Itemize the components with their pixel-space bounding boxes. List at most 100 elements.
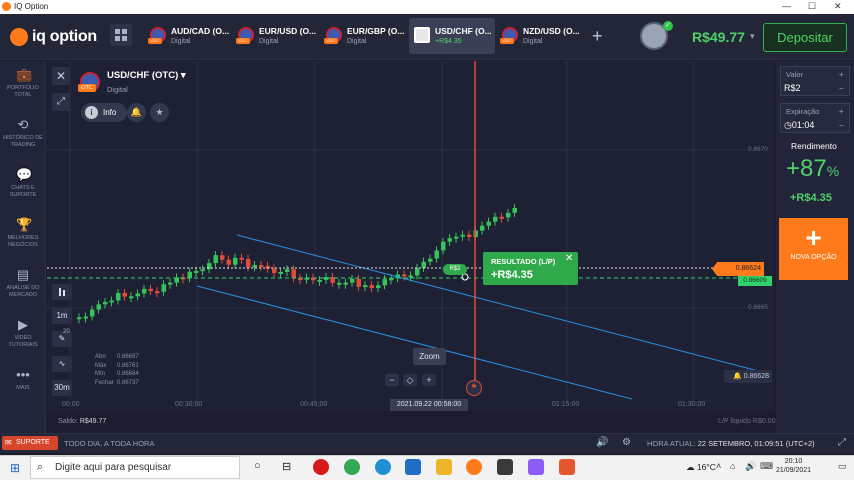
add-tab-button[interactable]: + <box>592 26 603 47</box>
edge-icon[interactable] <box>375 459 391 475</box>
task-view-icon[interactable]: ○ <box>254 460 261 472</box>
asset-tab-usd-chf[interactable]: USD/CHF (O... +R$4.35 <box>409 18 495 54</box>
volume-icon[interactable]: 🔊 <box>596 437 608 448</box>
grid-menu-button[interactable] <box>110 24 132 46</box>
candle-body <box>512 208 517 213</box>
bell-icon[interactable]: 🔔 <box>127 103 146 122</box>
taskbar-search-input[interactable]: ⌕ Digite aqui para pesquisar <box>30 456 240 479</box>
chart-type-button[interactable] <box>52 284 72 300</box>
minimize-button[interactable]: — <box>782 1 791 11</box>
sidebar-item-more[interactable]: ••• MAIS <box>0 368 46 392</box>
folder-icon[interactable] <box>436 459 452 475</box>
y-tick-label: 0.8670 <box>748 146 768 153</box>
x-tick-label: 00:30:00 <box>175 401 203 408</box>
asset-tab-nzd-usd[interactable]: OTC NZD/USD (O... Digital <box>497 18 583 54</box>
snip-tool-icon[interactable] <box>528 459 544 475</box>
sidebar-item-portfolio[interactable]: 💼 PORTFÓLIO TOTAL <box>0 68 46 99</box>
weather[interactable]: ☁ 16°C <box>686 462 716 473</box>
candle-body <box>350 278 355 283</box>
sidebar-item-history[interactable]: ⟲ HISTÓRICO DE TRADING <box>0 118 46 149</box>
server-time: HORA ATUAL: 22 SETEMBRO, 01:09:51 (UTC+2… <box>647 439 815 448</box>
opera-icon[interactable] <box>313 459 329 475</box>
candle-body <box>382 279 387 286</box>
close-icon[interactable]: ✕ <box>565 253 573 264</box>
period-button[interactable]: 30m <box>52 380 72 396</box>
indicators-button[interactable]: ∿ <box>52 356 72 372</box>
volume-icon[interactable]: 🔊 <box>745 461 756 472</box>
sidebar-item-video[interactable]: ▶ VÍDEO TUTORIAIS <box>0 318 46 349</box>
candle-body <box>356 278 361 287</box>
sidebar-item-chats[interactable]: 💬 CHATS E SUPORTE <box>0 168 46 199</box>
close-window-button[interactable]: ✕ <box>834 1 842 12</box>
asset-selector[interactable]: USD/CHF (OTC) ▾ <box>107 70 186 81</box>
widgets-icon[interactable]: ⊟ <box>282 460 291 473</box>
sidebar-item-label: HISTÓRICO DE TRADING <box>3 135 43 148</box>
expiry-field[interactable]: Expiração ◷01:04 + − <box>780 103 850 133</box>
bell-icon: 🔔 <box>733 373 742 380</box>
deposit-button[interactable]: Depositar <box>763 23 847 52</box>
candle-body <box>135 293 140 297</box>
gear-icon[interactable]: ⚙ <box>622 437 631 448</box>
candle-body <box>129 296 134 299</box>
plus-button[interactable]: + <box>839 107 844 116</box>
store-icon[interactable] <box>497 459 513 475</box>
new-option-button[interactable]: + NOVA OPÇÃO <box>779 218 848 280</box>
tab-name: USD/CHF (O... <box>435 26 492 36</box>
chevron-down-icon[interactable]: ▾ <box>750 31 755 42</box>
keyboard-icon[interactable]: ⌨ <box>760 461 773 472</box>
x-tick-label: 00:45:00 <box>300 401 328 408</box>
brand-logo[interactable]: iq option <box>10 28 97 46</box>
mail-icon[interactable] <box>405 459 421 475</box>
minus-button[interactable]: − <box>839 84 844 93</box>
maximize-button[interactable]: ☐ <box>808 1 816 12</box>
candle-body <box>506 212 511 218</box>
chevron-down-icon: ▾ <box>180 70 186 81</box>
pencil-icon: ✎ <box>58 334 66 343</box>
minus-button[interactable]: − <box>839 121 844 130</box>
asset-tab-eur-usd[interactable]: OTC EUR/USD (O... Digital <box>233 18 319 54</box>
info-button[interactable]: i Info <box>81 103 127 122</box>
expiry-value[interactable]: ◷01:04 <box>784 120 814 131</box>
sidebar-item-best-deals[interactable]: 🏆 MELHORES NEGÓCIOS <box>0 218 46 249</box>
candle-body <box>337 282 342 285</box>
history-icon: ⟲ <box>17 117 29 132</box>
candle-body <box>460 234 465 237</box>
saldo-label: Saldo: <box>58 418 78 425</box>
amount-field[interactable]: Valor R$2 + − <box>780 66 850 96</box>
zoom-out-button[interactable]: − <box>385 374 399 386</box>
candle-body <box>467 234 472 238</box>
strike-price-tag: 0.86609 <box>738 276 772 286</box>
chrome-icon[interactable] <box>344 459 360 475</box>
return-percent-value: +87 <box>786 155 827 182</box>
windows-start-icon[interactable]: ⊞ <box>10 461 20 475</box>
recorder-icon[interactable] <box>559 459 575 475</box>
system-clock[interactable]: 20:10 21/09/2021 <box>776 457 811 475</box>
fullscreen-icon[interactable]: ⤢ <box>838 437 846 448</box>
zoom-in-button[interactable]: + <box>422 374 436 386</box>
sidebar-item-market-analysis[interactable]: ▤ ANÁLISE DO MERCADO <box>0 268 46 299</box>
sidebar-item-label: ANÁLISE DO MERCADO <box>6 285 40 298</box>
zoom-reset-button[interactable]: ◇ <box>403 374 417 386</box>
close-chart-button[interactable]: ✕ <box>52 67 70 85</box>
server-time-value: 22 SETEMBRO, 01:09:51 (UTC+2) <box>697 439 815 448</box>
iq-option-taskbar-icon[interactable] <box>466 459 482 475</box>
plus-button[interactable]: + <box>839 70 844 79</box>
amount-value[interactable]: R$2 <box>784 83 801 93</box>
timeframe-button[interactable]: 1m <box>52 308 72 324</box>
candle-body <box>213 255 218 264</box>
balance[interactable]: R$49.77 <box>692 29 745 45</box>
star-icon[interactable]: ★ <box>150 103 169 122</box>
support-button[interactable]: ✉ SUPORTE <box>2 436 58 450</box>
trade-result-popup: RESULTADO (L/P) +R$4.35 ✕ <box>483 252 578 285</box>
x-tick-label: 01:30:00 <box>678 401 706 408</box>
price-alert-tag[interactable]: 🔔 0.86628 <box>724 370 772 383</box>
network-icon[interactable]: ⌂ <box>730 461 735 471</box>
asset-tab-eur-gbp[interactable]: OTC EUR/GBP (O... Digital <box>321 18 407 54</box>
chevron-up-icon[interactable]: ˄ <box>716 461 721 471</box>
candle-body <box>226 259 231 265</box>
sidebar-item-label: PORTFÓLIO TOTAL <box>7 85 39 98</box>
asset-tab-aud-cad[interactable]: OTC AUD/CAD (O... Digital <box>145 18 231 54</box>
notification-icon[interactable]: ▭ <box>838 461 847 472</box>
expand-icon[interactable]: ⤢ <box>52 93 70 111</box>
candle-body <box>363 285 368 288</box>
